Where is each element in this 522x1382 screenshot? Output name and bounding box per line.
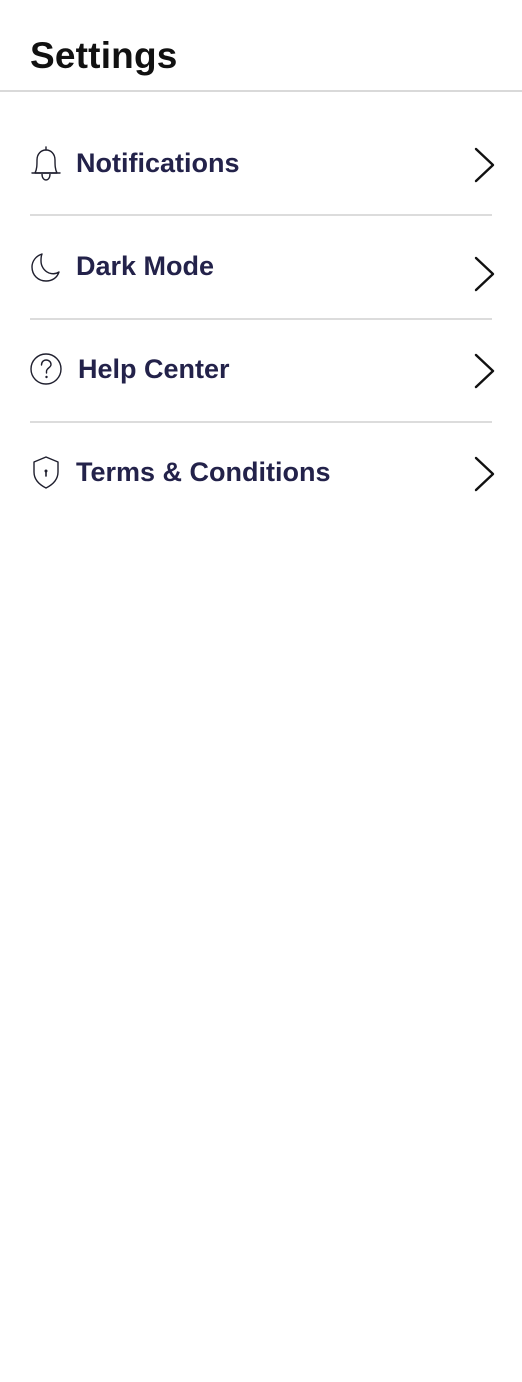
chevron-right-icon bbox=[470, 254, 500, 294]
moon-icon bbox=[28, 246, 64, 286]
settings-list: Notifications Dark Mode Help Center Term… bbox=[0, 112, 522, 524]
settings-item-notifications[interactable]: Notifications bbox=[0, 112, 522, 215]
settings-item-label: Terms & Conditions bbox=[76, 457, 331, 487]
settings-item-label: Notifications bbox=[76, 148, 240, 178]
header: Settings bbox=[0, 0, 522, 92]
chevron-right-icon bbox=[470, 351, 500, 391]
page-title: Settings bbox=[30, 35, 178, 76]
shield-icon bbox=[28, 452, 64, 492]
bell-icon bbox=[28, 143, 64, 183]
settings-item-dark-mode[interactable]: Dark Mode bbox=[0, 215, 522, 318]
settings-item-terms-conditions[interactable]: Terms & Conditions bbox=[0, 421, 522, 524]
question-circle-icon bbox=[28, 349, 64, 389]
chevron-right-icon bbox=[470, 454, 500, 494]
chevron-right-icon bbox=[470, 145, 500, 185]
settings-item-help-center[interactable]: Help Center bbox=[0, 318, 522, 421]
settings-item-label: Help Center bbox=[78, 354, 230, 384]
settings-item-label: Dark Mode bbox=[76, 251, 215, 281]
